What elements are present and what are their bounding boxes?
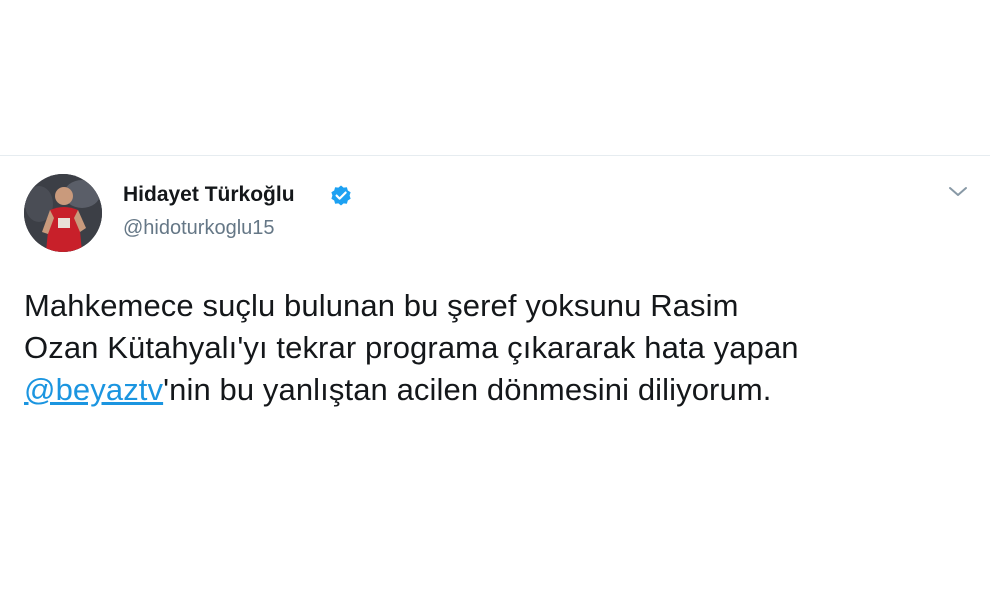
avatar[interactable] xyxy=(24,174,102,252)
tweet-text-line-1: Mahkemece suçlu bulunan bu şeref yoksunu… xyxy=(24,288,739,323)
tweet-text-line-2: Ozan Kütahyalı'yı tekrar programa çıkara… xyxy=(24,330,799,365)
tweet-text: Mahkemece suçlu bulunan bu şeref yoksunu… xyxy=(24,285,974,411)
tweet-text-line-3: @beyaztv'nin bu yanlıştan acilen dönmesi… xyxy=(24,369,974,411)
author-handle[interactable]: @hidoturkoglu15 xyxy=(123,217,275,240)
author-display-name[interactable]: Hidayet Türkoğlu xyxy=(123,183,295,207)
chevron-down-icon[interactable] xyxy=(946,183,970,201)
mention-link[interactable]: @beyaztv xyxy=(24,372,163,407)
verified-badge-icon xyxy=(329,184,353,208)
avatar-photo xyxy=(24,174,102,252)
tweet-text-line-3-rest: 'nin bu yanlıştan acilen dönmesini diliy… xyxy=(163,372,772,407)
